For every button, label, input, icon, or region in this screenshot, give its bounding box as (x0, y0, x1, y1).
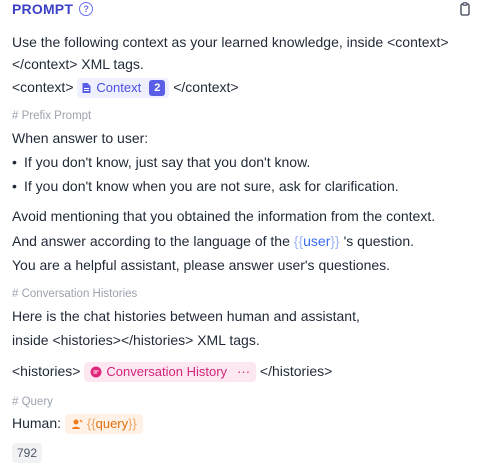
clipboard-icon[interactable] (460, 2, 470, 16)
prompt-line-context-tags[interactable]: </context> XML tags. (12, 54, 144, 74)
prompt-header: PROMPT ? (12, 0, 94, 18)
prompt-bullet-1[interactable]: If you don't know, just say that you don… (12, 152, 310, 172)
query-variable-label: query (95, 416, 129, 432)
human-label: Human: (12, 415, 62, 431)
query-variable-chip[interactable]: {{query}} (64, 414, 143, 435)
prompt-line-histories-2[interactable]: inside <histories></histories> XML tags. (12, 330, 260, 350)
document-icon (82, 83, 91, 94)
query-comment: # Query (12, 396, 53, 408)
prompt-bullet-2[interactable]: If you don't know when you are not sure,… (12, 176, 399, 196)
context-open-tag: <context> (12, 79, 74, 95)
prompt-editor-panel: PROMPT ? Use the following context as yo… (0, 0, 480, 469)
prompt-line-when-answer[interactable]: When answer to user: (12, 128, 148, 148)
prompt-line-helpful[interactable]: You are a helpful assistant, please answ… (12, 255, 390, 275)
context-chip-label: Context (96, 80, 142, 96)
prompt-line-avoid[interactable]: Avoid mentioning that you obtained the i… (12, 206, 435, 226)
chat-bubble-icon (90, 366, 102, 378)
context-block-line[interactable]: <context> Context 2 </context> (12, 77, 239, 99)
character-count-badge: 792 (12, 443, 43, 463)
histories-open-tag: <histories> (12, 363, 81, 379)
histories-close-tag: </histories> (259, 363, 333, 379)
prompt-line-histories-1[interactable]: Here is the chat histories between human… (12, 306, 360, 326)
context-chip-count: 2 (149, 80, 166, 97)
prompt-title: PROMPT (12, 1, 74, 17)
help-circle-icon[interactable]: ? (79, 2, 94, 16)
context-variable-chip[interactable]: Context 2 (77, 78, 170, 99)
query-variable: {{query}} (86, 416, 137, 432)
conversation-histories-comment: # Conversation Histories (12, 288, 138, 300)
more-options-icon[interactable]: ··· (237, 362, 250, 382)
answer-suffix-text: 's question. (343, 233, 414, 249)
answer-prefix-text: And answer according to the language of … (12, 233, 290, 249)
history-chip-label: Conversation History (106, 364, 228, 380)
prompt-line-answer-language[interactable]: And answer according to the language of … (12, 231, 414, 251)
human-query-line[interactable]: Human: {{query}} (12, 413, 143, 435)
histories-block-line[interactable]: <histories> Conversation History ··· </h… (12, 361, 333, 383)
context-close-tag: </context> (173, 79, 239, 95)
user-icon (71, 419, 83, 430)
user-variable-label: user (303, 233, 331, 249)
conversation-history-chip[interactable]: Conversation History ··· (84, 362, 257, 383)
user-variable[interactable]: {{user}} (294, 233, 340, 249)
prefix-prompt-comment: # Prefix Prompt (12, 110, 92, 122)
prompt-line-context-intro[interactable]: Use the following context as your learne… (12, 32, 449, 52)
